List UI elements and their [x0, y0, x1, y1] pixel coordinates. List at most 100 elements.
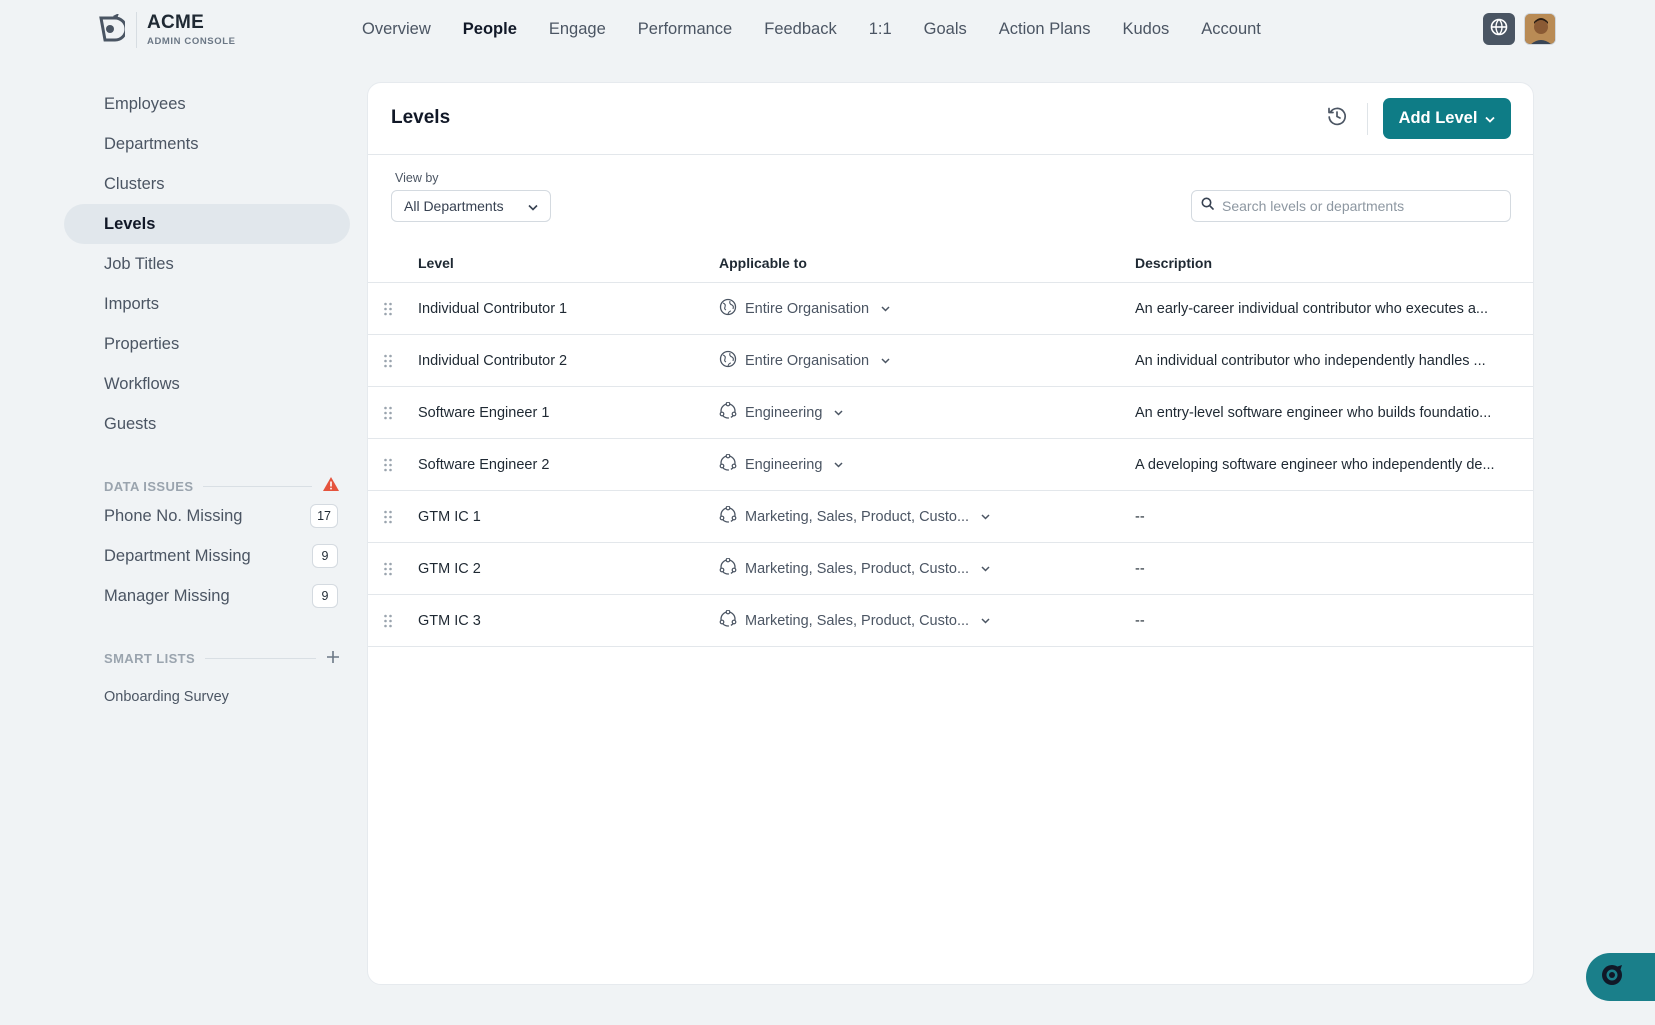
drag-handle-icon[interactable] — [383, 562, 393, 576]
sidebar-item-imports[interactable]: Imports — [64, 284, 350, 324]
issue-label: Department Missing — [104, 546, 251, 565]
count-badge: 9 — [312, 544, 338, 568]
drag-handle-icon[interactable] — [383, 614, 393, 628]
applicable-to-value: Marketing, Sales, Product, Custo... — [745, 560, 970, 577]
nav-one-on-one[interactable]: 1:1 — [869, 20, 892, 39]
nav-overview[interactable]: Overview — [362, 20, 431, 39]
issue-department-missing[interactable]: Department Missing 9 — [64, 536, 350, 576]
department-icon — [719, 401, 737, 424]
applicable-to-dropdown[interactable]: Marketing, Sales, Product, Custo... — [719, 505, 1135, 528]
globe-icon — [1490, 18, 1508, 41]
nav-action-plans[interactable]: Action Plans — [999, 20, 1091, 39]
page-title: Levels — [391, 107, 451, 128]
chevron-down-icon — [981, 565, 990, 572]
add-smart-list-button[interactable] — [326, 648, 340, 668]
section-divider — [203, 485, 312, 487]
applicable-to-dropdown[interactable]: Engineering — [719, 401, 1135, 424]
level-description: An entry-level software engineer who bui… — [1135, 404, 1492, 421]
table-row[interactable]: GTM IC 1 Marketing, Sales, Product, Cust… — [368, 491, 1533, 543]
chevron-down-icon — [881, 305, 890, 312]
department-icon — [719, 557, 737, 580]
level-name: Software Engineer 2 — [418, 456, 550, 473]
level-name: Individual Contributor 2 — [418, 352, 568, 369]
search-input[interactable] — [1222, 198, 1502, 214]
applicable-to-dropdown[interactable]: Marketing, Sales, Product, Custo... — [719, 609, 1135, 632]
drag-handle-icon[interactable] — [383, 458, 393, 472]
user-avatar[interactable] — [1524, 13, 1556, 45]
view-by-select[interactable]: All Departments — [391, 190, 551, 222]
nav-account[interactable]: Account — [1201, 20, 1261, 39]
level-name: Software Engineer 1 — [418, 404, 550, 421]
search-box[interactable] — [1191, 190, 1511, 222]
table-row[interactable]: Software Engineer 2 Engineering A develo… — [368, 439, 1533, 491]
level-description: -- — [1135, 508, 1145, 525]
header-divider — [1367, 103, 1368, 135]
main-nav: Overview People Engage Performance Feedb… — [362, 0, 1293, 58]
brand[interactable]: ACME ADMIN CONSOLE — [94, 12, 236, 48]
sidebar-item-properties[interactable]: Properties — [64, 324, 350, 364]
chevron-down-icon — [1485, 109, 1496, 128]
chevron-down-icon — [528, 198, 538, 214]
level-name: GTM IC 3 — [418, 612, 481, 629]
smart-list-onboarding-survey[interactable]: Onboarding Survey — [64, 686, 350, 708]
sidebar-item-workflows[interactable]: Workflows — [64, 364, 350, 404]
nav-kudos[interactable]: Kudos — [1122, 20, 1169, 39]
nav-engage[interactable]: Engage — [549, 20, 606, 39]
sidebar-item-guests[interactable]: Guests — [64, 404, 350, 444]
applicable-to-dropdown[interactable]: Entire Organisation — [719, 350, 1135, 372]
table-row[interactable]: Individual Contributor 2 Entire Organisa… — [368, 335, 1533, 387]
smart-lists-header: SMART LISTS — [104, 648, 340, 668]
globe-icon — [719, 298, 737, 320]
chevron-down-icon — [834, 461, 843, 468]
applicable-to-dropdown[interactable]: Marketing, Sales, Product, Custo... — [719, 557, 1135, 580]
sidebar-item-clusters[interactable]: Clusters — [64, 164, 350, 204]
language-button[interactable] — [1483, 13, 1515, 45]
applicable-to-dropdown[interactable]: Entire Organisation — [719, 298, 1135, 320]
nav-performance[interactable]: Performance — [638, 20, 732, 39]
level-description: -- — [1135, 612, 1145, 629]
add-level-button[interactable]: Add Level — [1383, 98, 1511, 139]
level-name: Individual Contributor 1 — [418, 300, 568, 317]
chevron-down-icon — [834, 409, 843, 416]
header-applicable-to: Applicable to — [719, 254, 807, 271]
issue-phone-missing[interactable]: Phone No. Missing 17 — [64, 496, 350, 536]
section-divider — [205, 657, 316, 659]
history-button[interactable] — [1324, 105, 1350, 131]
chat-icon — [1600, 963, 1624, 992]
table-row[interactable]: Individual Contributor 1 Entire Organisa… — [368, 283, 1533, 335]
level-description: An early-career individual contributor w… — [1135, 300, 1489, 317]
sidebar-item-job-titles[interactable]: Job Titles — [64, 244, 350, 284]
level-description: A developing software engineer who indep… — [1135, 456, 1495, 473]
nav-feedback[interactable]: Feedback — [764, 20, 836, 39]
history-icon — [1326, 105, 1348, 132]
nav-goals[interactable]: Goals — [924, 20, 967, 39]
drag-handle-icon[interactable] — [383, 510, 393, 524]
header-description: Description — [1135, 254, 1213, 271]
sidebar-item-employees[interactable]: Employees — [64, 84, 350, 124]
applicable-to-dropdown[interactable]: Engineering — [719, 453, 1135, 476]
sidebar-item-departments[interactable]: Departments — [64, 124, 350, 164]
warning-icon — [322, 476, 340, 497]
issue-manager-missing[interactable]: Manager Missing 9 — [64, 576, 350, 616]
top-navigation-bar: ACME ADMIN CONSOLE Overview People Engag… — [0, 0, 1655, 58]
data-issues-header: DATA ISSUES — [104, 476, 340, 496]
drag-handle-icon[interactable] — [383, 406, 393, 420]
chevron-down-icon — [981, 617, 990, 624]
applicable-to-value: Marketing, Sales, Product, Custo... — [745, 612, 970, 629]
levels-table: Level Applicable to Description Individu… — [368, 243, 1533, 647]
drag-handle-icon[interactable] — [383, 302, 393, 316]
view-by-label: View by — [395, 171, 439, 185]
table-row[interactable]: GTM IC 3 Marketing, Sales, Product, Cust… — [368, 595, 1533, 647]
table-header: Level Applicable to Description — [368, 243, 1533, 283]
table-row[interactable]: Software Engineer 1 Engineering An entry… — [368, 387, 1533, 439]
applicable-to-value: Entire Organisation — [745, 352, 870, 369]
chat-launcher-button[interactable] — [1586, 953, 1655, 1001]
nav-people[interactable]: People — [463, 20, 517, 39]
smart-lists-title: SMART LISTS — [104, 650, 196, 666]
table-row[interactable]: GTM IC 2 Marketing, Sales, Product, Cust… — [368, 543, 1533, 595]
sidebar-item-levels[interactable]: Levels — [64, 204, 350, 244]
view-by-value: All Departments — [404, 198, 504, 214]
sidebar: Employees Departments Clusters Levels Jo… — [64, 84, 350, 708]
drag-handle-icon[interactable] — [383, 354, 393, 368]
level-description: An individual contributor who independen… — [1135, 352, 1486, 369]
